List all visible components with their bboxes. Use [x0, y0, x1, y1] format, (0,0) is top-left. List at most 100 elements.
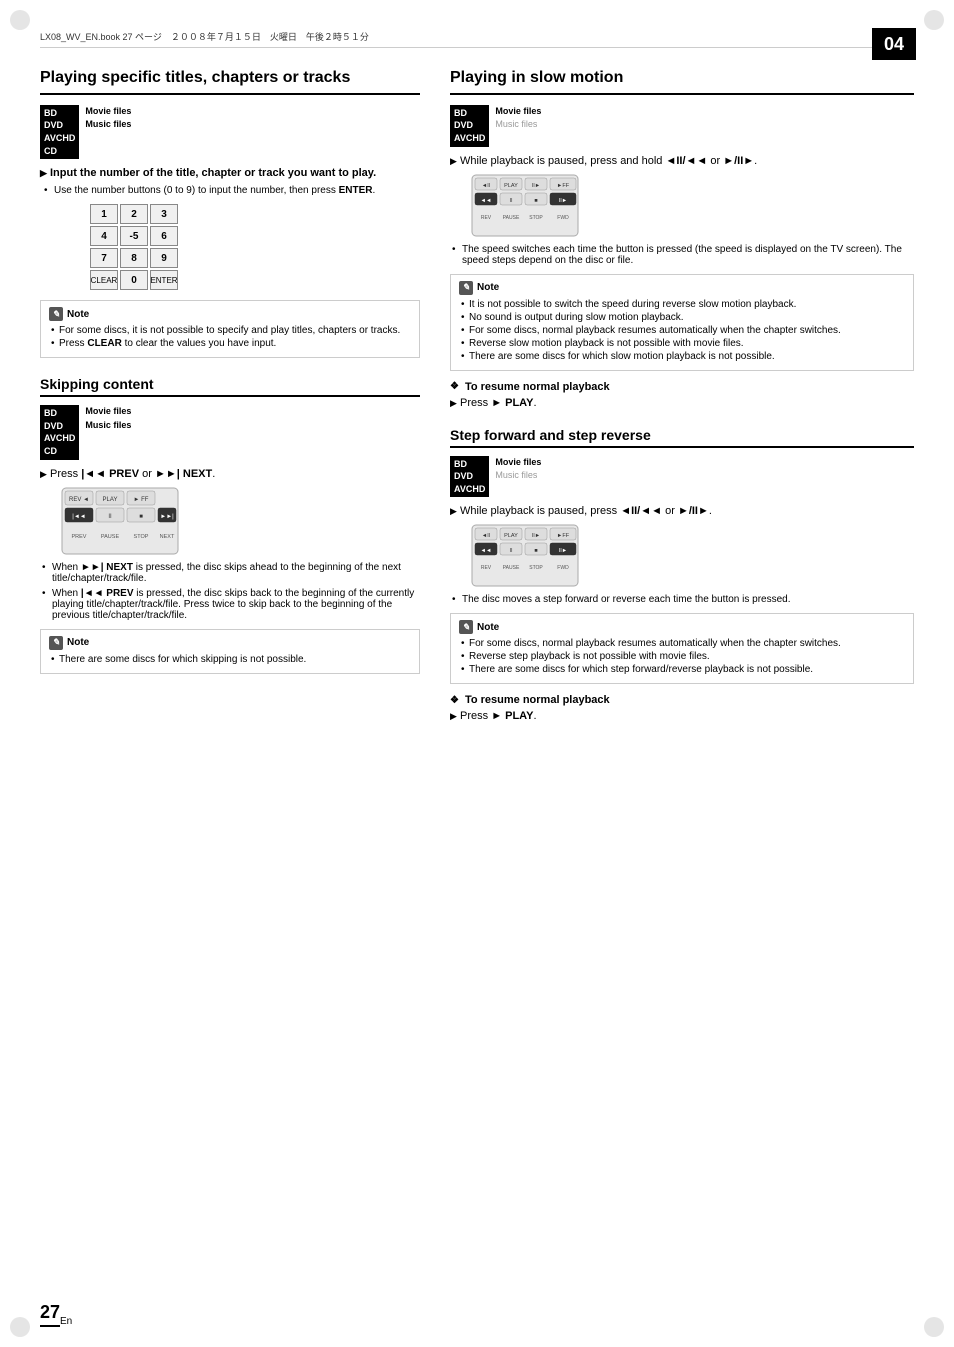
svg-text:PLAY: PLAY	[504, 183, 518, 189]
svg-text:REV ◄: REV ◄	[69, 497, 89, 503]
corner-decoration-bl	[10, 1317, 30, 1337]
step-disc-bd: BD	[454, 458, 485, 471]
note-icon-slow: ✎	[459, 281, 473, 295]
note-item-2: Press CLEAR to clear the values you have…	[49, 338, 411, 349]
slow-motion-heading: Playing in slow motion	[450, 68, 914, 95]
step-remote-img: ◄II PLAY II► ►FF ◄◄ II ■ II► REV	[470, 523, 914, 588]
header-bar: LX08_WV_EN.book 27 ページ ２００８年７月１５日 火曜日 午後…	[40, 30, 914, 48]
left-column: Playing specific titles, chapters or tra…	[40, 68, 420, 728]
svg-text:PAUSE: PAUSE	[503, 565, 520, 571]
skip-note-item-1: There are some discs for which skipping …	[49, 654, 411, 665]
slow-note-1: It is not possible to switch the speed d…	[459, 299, 905, 310]
svg-text:◄II: ◄II	[482, 533, 491, 539]
slow-instruction: While playback is paused, press and hold…	[450, 155, 914, 167]
file-labels-step: Movie files Music files	[495, 456, 541, 483]
disc-labels-step: BD DVD AVCHD Movie files Music files	[450, 456, 914, 498]
svg-text:STOP: STOP	[134, 534, 149, 540]
svg-text:FWD: FWD	[557, 215, 569, 221]
svg-text:II►: II►	[559, 198, 568, 204]
page-number: 27	[40, 1302, 60, 1327]
chapter-badge: 04	[872, 28, 916, 60]
svg-text:II: II	[509, 548, 513, 554]
resume2-title: To resume normal playback	[450, 694, 914, 706]
note-item-1: For some discs, it is not possible to sp…	[49, 325, 411, 336]
resume1-section: To resume normal playback Press ► PLAY.	[450, 381, 914, 409]
step-note-3: There are some discs for which step forw…	[459, 664, 905, 675]
slow-disc-bd: BD	[454, 107, 485, 120]
input-number-instruction: Input the number of the title, chapter o…	[40, 167, 420, 179]
skip-disc-avchd: AVCHD	[44, 432, 75, 445]
disc-bd: BD	[44, 107, 75, 120]
svg-text:II►: II►	[532, 533, 541, 539]
key-2: 2	[120, 204, 148, 224]
svg-text:PAUSE: PAUSE	[503, 215, 520, 221]
svg-text:PREV: PREV	[72, 534, 87, 540]
step-note-1: For some discs, normal playback resumes …	[459, 638, 905, 649]
key-3: 3	[150, 204, 178, 224]
key-6: 6	[150, 226, 178, 246]
keypad-area: 1 2 3 4 -5 6 7 8 9 CLEAR 0 ENTER	[60, 204, 420, 290]
disc-dvd: DVD	[44, 119, 75, 132]
note-box-skip: ✎ Note There are some discs for which sk…	[40, 629, 420, 674]
disc-stack-skip: BD DVD AVCHD CD	[40, 405, 79, 459]
skip-file-music: Music files	[85, 419, 131, 433]
file-labels-skip: Movie files Music files	[85, 405, 131, 432]
step-note-2: Reverse step playback is not possible wi…	[459, 651, 905, 662]
svg-text:II►: II►	[532, 183, 541, 189]
key-enter: ENTER	[150, 270, 178, 290]
disc-stack-slow: BD DVD AVCHD	[450, 105, 489, 147]
resume2-section: To resume normal playback Press ► PLAY.	[450, 694, 914, 722]
svg-text:FWD: FWD	[557, 565, 569, 571]
slow-disc-dvd: DVD	[454, 119, 485, 132]
slow-remote-img: ◄II PLAY II► ►FF ◄◄ II ■ II►	[470, 173, 914, 238]
key-9: 9	[150, 248, 178, 268]
disc-stack-step: BD DVD AVCHD	[450, 456, 489, 498]
note-box-slow: ✎ Note It is not possible to switch the …	[450, 274, 914, 371]
disc-stack-titles: BD DVD AVCHD CD	[40, 105, 79, 159]
header-text: LX08_WV_EN.book 27 ページ ２００８年７月１５日 火曜日 午後…	[40, 32, 369, 42]
key-0: 0	[120, 270, 148, 290]
key-8: 8	[120, 248, 148, 268]
resume1-title: To resume normal playback	[450, 381, 914, 393]
svg-text:STOP: STOP	[529, 215, 543, 221]
svg-text:◄◄: ◄◄	[481, 198, 492, 204]
disc-labels-skip: BD DVD AVCHD CD Movie files Music files	[40, 405, 420, 459]
svg-text:◄II: ◄II	[482, 183, 491, 189]
svg-text:►FF: ►FF	[557, 183, 570, 189]
step-disc-dvd: DVD	[454, 470, 485, 483]
svg-text:PAUSE: PAUSE	[101, 534, 120, 540]
corner-decoration-tl	[10, 10, 30, 30]
skip-remote-img: REV ◄ PLAY ► FF |◄◄ II ■ ►►| PREV	[60, 486, 420, 556]
skip-disc-cd: CD	[44, 445, 75, 458]
disc-avchd: AVCHD	[44, 132, 75, 145]
step-disc-avchd: AVCHD	[454, 483, 485, 496]
file-labels-slow: Movie files Music files	[495, 105, 541, 132]
note-box-titles: ✎ Note For some discs, it is not possibl…	[40, 300, 420, 358]
disc-cd: CD	[44, 145, 75, 158]
note-title-step: ✎ Note	[459, 620, 905, 634]
file-label-movie: Movie files	[85, 105, 131, 119]
skip-note-1: When ►►| NEXT is pressed, the disc skips…	[40, 562, 420, 584]
number-keypad: 1 2 3 4 -5 6 7 8 9 CLEAR 0 ENTER	[90, 204, 420, 290]
slow-remote-svg: ◄II PLAY II► ►FF ◄◄ II ■ II►	[470, 173, 580, 238]
svg-text:STOP: STOP	[529, 565, 543, 571]
svg-text:PLAY: PLAY	[103, 497, 118, 503]
resume1-instruction: Press ► PLAY.	[450, 397, 914, 409]
key-7: 7	[90, 248, 118, 268]
svg-text:NEXT: NEXT	[160, 534, 175, 540]
step-instruction: While playback is paused, press ◄II/◄◄ o…	[450, 505, 914, 517]
slow-file-movie: Movie files	[495, 105, 541, 119]
slow-note-5: There are some discs for which slow moti…	[459, 351, 905, 362]
svg-text:◄◄: ◄◄	[481, 548, 492, 554]
note-box-step: ✎ Note For some discs, normal playback r…	[450, 613, 914, 684]
file-labels-titles: Movie files Music files	[85, 105, 131, 132]
key-clear: CLEAR	[90, 270, 118, 290]
svg-text:PLAY: PLAY	[504, 533, 518, 539]
note-icon-skip: ✎	[49, 636, 63, 650]
skip-remote-svg: REV ◄ PLAY ► FF |◄◄ II ■ ►►| PREV	[60, 486, 180, 556]
key-4: 4	[90, 226, 118, 246]
step-file-music: Music files	[495, 469, 541, 483]
note-title-skip: ✎ Note	[49, 636, 411, 650]
svg-text:II: II	[509, 198, 513, 204]
key-1: 1	[90, 204, 118, 224]
